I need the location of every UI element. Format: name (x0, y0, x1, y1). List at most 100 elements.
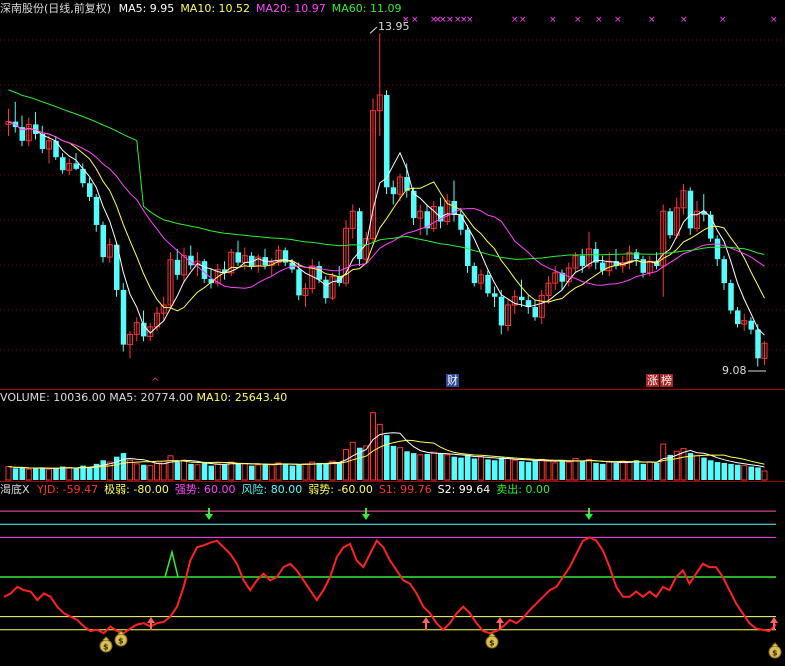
candle-body (485, 274, 491, 294)
volume-bar (12, 468, 19, 480)
volume-bar (748, 466, 754, 480)
volume-bar (761, 470, 768, 481)
ma-legend-item: MA5: 9.95 (118, 2, 175, 15)
volume-bar (424, 453, 430, 480)
arrow-head (362, 514, 370, 520)
indicator-legend-item: S1: 99.76 (378, 483, 432, 496)
candle-body (498, 296, 505, 326)
volume-bar (214, 463, 221, 481)
indicator-title-bar: 渴底X YJD: -59.47 极弱: -80.00 强势: 60.00 风险: 80… (0, 483, 562, 497)
volume-bar (222, 464, 228, 480)
finance-marker[interactable]: 财 (446, 374, 459, 387)
arrow-head (770, 617, 778, 623)
indicator-panel[interactable]: $ $ $ $ 渴底X YJD: -59.47 极弱: -80.00 强势: 60.00 风… (0, 482, 785, 666)
volume-bar (241, 463, 248, 481)
signal-x-mark: × (446, 15, 454, 25)
volume-bar (741, 465, 748, 481)
indicator-chart[interactable]: $ $ $ $ (0, 482, 785, 666)
volume-bar (194, 464, 201, 481)
volume-bar (451, 456, 457, 480)
signal-arrow: ^ (151, 377, 159, 388)
sell-arrow (205, 508, 213, 520)
volume-ma10-key: MA10: (196, 391, 235, 404)
volume-bar (755, 467, 761, 480)
candle-body (667, 211, 673, 236)
arrow-head (147, 617, 155, 623)
volume-bar (363, 445, 370, 481)
volume-bar (478, 456, 484, 481)
candle-body (640, 259, 646, 273)
volume-panel[interactable]: VOLUME: 10036.00 MA5: 20774.00 MA10: 256… (0, 390, 785, 482)
volume-bar (667, 454, 673, 480)
volume-bar (323, 463, 329, 480)
volume-bar (572, 457, 579, 481)
volume-bar (106, 461, 113, 481)
volume-bar (19, 467, 25, 480)
candle-body (458, 214, 464, 230)
volume-bar (538, 458, 545, 481)
volume-bar (505, 457, 511, 481)
volume-ma5-value: 20774.00 (140, 391, 193, 404)
indicator-legend-item: 卖出: 0.00 (496, 483, 550, 496)
indicator-legend-item: YJD: -59.47 (37, 483, 99, 496)
ma-legend-item: MA60: 11.09 (331, 2, 402, 15)
candle-body (120, 289, 127, 345)
ma-legend-item: MA10: 10.52 (180, 2, 251, 15)
volume-bar (458, 457, 464, 480)
volume-bar (511, 459, 518, 481)
volume-label: VOLUME: 10036.00 (0, 391, 106, 404)
volume-bar (249, 465, 255, 480)
candle-body (235, 252, 241, 263)
arrow-head (422, 617, 430, 623)
volume-bar (174, 462, 181, 480)
sell-arrow (585, 508, 593, 520)
indicator-name: 渴底X (0, 483, 30, 496)
volume-bar (384, 435, 390, 480)
candle-body (492, 293, 498, 297)
low-price-label: 9.08 (722, 364, 747, 377)
candle-body (73, 163, 79, 169)
volume-bar (167, 455, 174, 481)
money-bag-icon: $ (768, 642, 782, 659)
volume-bar (708, 460, 714, 480)
indicator-legend-item: 极弱: -80.00 (104, 483, 169, 496)
signal-x-mark: × (595, 15, 603, 25)
volume-bar (53, 468, 59, 480)
candle-body (755, 329, 761, 359)
volume-bar (296, 464, 302, 480)
volume-bar (559, 460, 565, 480)
money-bag-glyph: $ (118, 637, 124, 646)
ma-legend-item: MA20: 10.97 (256, 2, 326, 15)
volume-ma10-value: 25643.40 (234, 391, 288, 404)
volume-bar (701, 457, 707, 480)
candle-body (93, 196, 100, 225)
signal-x-mark: × (411, 15, 419, 25)
ranking-marker[interactable]: 榜 (660, 374, 673, 387)
volume-bar (660, 443, 667, 481)
volume-bar (66, 466, 73, 481)
candlestick-chart[interactable]: × × ××× × ××× × × × × × × × × × ×^ (0, 0, 785, 390)
buy-arrow (496, 617, 504, 630)
candle-body (721, 259, 727, 284)
volume-ma10: MA10: 25643.40 (196, 391, 287, 404)
volume-bar (438, 453, 444, 480)
volume-bar (154, 462, 160, 481)
money-bag-glyph: $ (103, 643, 109, 652)
indicator-legend-item: 风险: 80.00 (241, 483, 303, 496)
sell-signal-spike (164, 549, 179, 578)
signal-x-mark: × (614, 15, 622, 25)
candle-body (174, 259, 181, 275)
arrow-head (205, 514, 213, 520)
volume-bar (600, 463, 606, 480)
volume-bar (465, 454, 471, 480)
high-pointer (369, 26, 378, 34)
volume-bar (633, 460, 640, 480)
volume-bar (694, 455, 700, 481)
money-bag-top (771, 642, 779, 647)
volume-bar (114, 456, 120, 480)
price-panel[interactable]: × × × × × × × × × × × × × × × × × × × ^ 深南股份(日线,前复权) MA5: 9… (0, 0, 785, 390)
volume-bar (397, 447, 403, 481)
limit-up-marker[interactable]: 涨 (646, 374, 659, 387)
volume-bar (471, 458, 478, 480)
volume-bar (100, 460, 106, 480)
